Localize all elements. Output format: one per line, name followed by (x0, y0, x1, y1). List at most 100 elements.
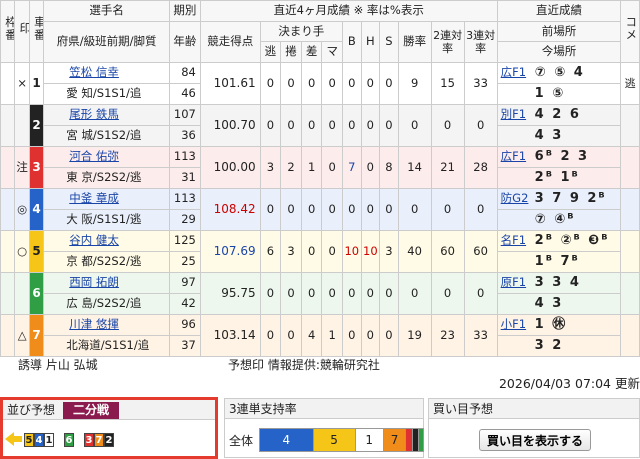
header-prev: 前場所 (496, 20, 622, 42)
score-value: 100.70 (199, 103, 261, 147)
age-value: 29 (168, 208, 201, 231)
rider-pref: 東 京/S2S2/逃 (43, 166, 170, 189)
header-b: B (342, 20, 362, 63)
ren3-rate: 60 (463, 229, 498, 273)
rider-number-badge: 2 (30, 105, 43, 145)
ren2-rate: 0 (430, 103, 465, 147)
b-count: 0 (342, 61, 362, 105)
narabi-title: 並び予想 (7, 403, 56, 417)
prev-venue-link[interactable]: 防G2 (501, 189, 535, 208)
ren2-rate: 60 (430, 229, 465, 273)
ren2-rate: 15 (430, 61, 465, 105)
rider-number-badge: 4 (30, 189, 43, 229)
rider-name: 河合 佑弥 (43, 145, 170, 168)
now-result-marks: 2ᴮ 1ᴮ (534, 170, 580, 185)
kaime-title: 買い目予想 (429, 399, 639, 419)
now-result-marks: ⑦ ④ᴮ (534, 212, 576, 227)
support-title: 3連単支持率 (225, 399, 423, 419)
ki-value: 113 (168, 187, 201, 210)
makuri-count: 0 (280, 187, 302, 231)
win-rate: 19 (397, 313, 432, 357)
prev-venue-link[interactable]: 広F1 (501, 147, 535, 166)
rider-row: △ 7 川津 悠揮 96 103.14 0 0 4 1 0 0 0 19 23 33 小F1 1 ㊡ (0, 313, 640, 357)
narabi-tag: 二分戦 (63, 402, 120, 419)
arrow-left-icon (5, 432, 14, 447)
win-rate: 40 (397, 229, 432, 273)
rider-pref: 愛 知/S1S1/追 (43, 82, 170, 105)
ki-value: 125 (168, 229, 201, 252)
support-segment: 5 (312, 429, 355, 451)
ma-count: 0 (321, 103, 343, 147)
rider-name-link[interactable]: 川津 悠揮 (47, 317, 119, 331)
rider-number: 2 (28, 103, 45, 147)
nige-count: 0 (259, 103, 282, 147)
s-count: 3 (379, 229, 399, 273)
sashi-count: 0 (300, 187, 323, 231)
prev-result: 名F1 2ᴮ ②ᴮ ❸ᴮ (496, 229, 622, 252)
waku-cell (0, 61, 16, 105)
support-bar: 4517 (259, 428, 424, 452)
rider-row: 6 西岡 拓朗 97 95.75 0 0 0 0 0 0 0 0 0 0 原F1 3 3 4 (0, 271, 640, 315)
makuri-count: 2 (280, 145, 302, 189)
s-count: 0 (379, 187, 399, 231)
header-sashi: 差 (300, 41, 323, 63)
ren3-rate: 33 (463, 313, 498, 357)
rider-number: 7 (28, 313, 45, 357)
now-result-marks: 3 2 (534, 338, 564, 353)
prev-venue-link[interactable]: 別F1 (501, 105, 535, 124)
h-count: 0 (360, 271, 381, 315)
ren3-rate: 0 (463, 271, 498, 315)
rider-name-link[interactable]: 河合 佑弥 (47, 149, 119, 163)
prev-result-marks: ⑦ ⑤ 4 (534, 65, 585, 80)
rider-name-link[interactable]: 尾形 鉄馬 (47, 107, 119, 121)
header-makuri: 捲 (280, 41, 302, 63)
b-count: 10 (342, 229, 362, 273)
narabi-group: 372 (84, 432, 114, 447)
show-kaime-button[interactable]: 買い目を表示する (479, 429, 591, 451)
waku-cell (0, 145, 16, 189)
ki-value: 96 (168, 313, 201, 336)
now-result-marks: 4 3 (534, 296, 564, 311)
now-result-marks: 1 ⑤ (534, 86, 566, 101)
narabi-chip: 7 (94, 432, 104, 447)
ma-count: 0 (321, 271, 343, 315)
rider-number: 6 (28, 271, 45, 315)
header-ren3: 3連対率 (463, 20, 498, 63)
prev-venue-link[interactable]: 広F1 (501, 63, 535, 82)
age-value: 36 (168, 124, 201, 147)
rider-name-link[interactable]: 中釜 章成 (47, 191, 119, 205)
nige-count: 3 (259, 145, 282, 189)
prev-result: 防G2 3 7 9 2ᴮ (496, 187, 622, 210)
h-count: 0 (360, 145, 381, 189)
comment-cell: 逃 (620, 61, 640, 105)
rider-number-badge: 7 (30, 315, 43, 355)
rider-row: × 1 笠松 信幸 84 101.61 0 0 0 0 0 0 0 9 15 33 広F1 ⑦ ⑤ 4逃 (0, 61, 640, 105)
comment-cell (620, 271, 640, 315)
ma-count: 0 (321, 187, 343, 231)
header-pref: 府県/級班前期/脚質 (43, 20, 170, 63)
rider-name-link[interactable]: 笠松 信幸 (47, 65, 119, 79)
header-nige: 逃 (259, 41, 282, 63)
s-count: 0 (379, 103, 399, 147)
prev-venue-link[interactable]: 名F1 (501, 231, 535, 250)
rider-name-link[interactable]: 谷内 健太 (47, 233, 119, 247)
rider-name-link[interactable]: 西岡 拓朗 (47, 275, 119, 289)
header-kimarite: 決まり手 (259, 20, 344, 42)
ma-count: 0 (321, 229, 343, 273)
comment-cell (620, 103, 640, 147)
header-win: 勝率 (397, 20, 432, 63)
rider-pref: 大 阪/S1S1/逃 (43, 208, 170, 231)
updated-time: 2026/04/03 07:04 更新 (498, 376, 640, 391)
prev-result: 小F1 1 ㊡ (496, 313, 622, 336)
narabi-line: 5416372 (5, 432, 124, 447)
narabi-group: 541 (24, 432, 54, 447)
now-result: 3 2 (496, 334, 622, 357)
rider-name: 笠松 信幸 (43, 61, 170, 84)
in-mark: × (14, 61, 30, 105)
prev-venue-link[interactable]: 小F1 (501, 315, 535, 334)
nige-count: 0 (259, 187, 282, 231)
header-waku: 枠番 (0, 0, 16, 63)
prev-venue-link[interactable]: 原F1 (501, 273, 535, 292)
narabi-chip: 2 (104, 432, 114, 447)
makuri-count: 0 (280, 271, 302, 315)
